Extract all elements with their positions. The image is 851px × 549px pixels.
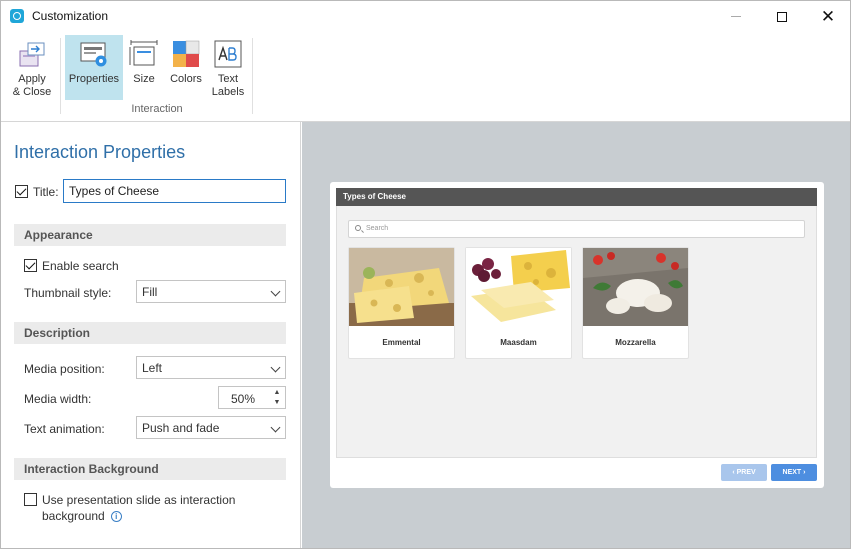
title-bar: Customization ✕ [1, 1, 850, 32]
preview-next-button[interactable]: NEXT › [771, 464, 817, 481]
preview-item-mozzarella[interactable]: Mozzarella [582, 247, 689, 359]
colors-icon [171, 39, 201, 69]
colors-label: Colors [170, 73, 202, 85]
media-position-select[interactable]: Left [136, 356, 286, 379]
enable-search-label: Enable search [42, 259, 119, 273]
appearance-section-header: Appearance [14, 224, 286, 246]
colors-button[interactable]: Colors [166, 35, 206, 100]
minimize-button[interactable] [713, 1, 759, 32]
preview-search-input[interactable]: Search [348, 220, 805, 238]
info-icon[interactable]: i [110, 511, 122, 522]
panel-title: Interaction Properties [14, 142, 186, 162]
media-position-value: Left [142, 361, 163, 375]
window-title: Customization [32, 9, 109, 23]
preview-prev-button[interactable]: ‹ PREV [721, 464, 767, 481]
preview-search-placeholder: Search [366, 225, 389, 232]
ribbon-separator [252, 38, 253, 114]
ribbon-separator [60, 38, 61, 114]
enable-search-checkbox[interactable] [24, 259, 37, 272]
media-position-label: Media position: [24, 362, 105, 376]
preview-body: Search Emmental Maasdam Mozzarella [336, 206, 817, 458]
thumbnail-style-select[interactable]: Fill [136, 280, 286, 303]
preview-item-maasdam[interactable]: Maasdam [465, 247, 572, 359]
preview-area: Types of Cheese Search Emmental Maasdam … [302, 122, 850, 548]
search-icon [355, 225, 361, 231]
text-animation-value: Push and fade [142, 421, 220, 435]
apply-close-button[interactable]: Apply & Close [8, 35, 56, 100]
maximize-icon [777, 11, 787, 22]
properties-button[interactable]: Properties [65, 35, 123, 100]
chevron-down-icon [270, 286, 281, 297]
interaction-group-label: Interaction [131, 103, 183, 115]
text-labels-label: Text Labels [211, 73, 245, 98]
mozzarella-thumbnail [583, 248, 688, 326]
chevron-down-icon [270, 362, 281, 373]
media-width-stepper[interactable]: 50% ▲ ▼ [218, 386, 286, 409]
minimize-icon [731, 16, 741, 17]
text-animation-label: Text animation: [24, 422, 105, 436]
stepper-down-icon[interactable]: ▼ [271, 398, 283, 408]
ribbon-toolbar: Apply & Close Properties Size Colors Tex… [1, 32, 850, 122]
preview-footer: ‹ PREV NEXT › [336, 458, 817, 482]
size-button[interactable]: Size [125, 35, 163, 100]
preview-header: Types of Cheese [336, 188, 817, 206]
preview-item-label: Mozzarella [615, 338, 656, 347]
text-labels-button[interactable]: Text Labels [208, 35, 248, 100]
chevron-down-icon [270, 422, 281, 433]
text-animation-select[interactable]: Push and fade [136, 416, 286, 439]
maximize-button[interactable] [759, 1, 805, 32]
thumbnail-style-value: Fill [142, 285, 158, 299]
apply-close-label: Apply & Close [12, 73, 52, 98]
apply-close-icon [17, 39, 47, 69]
media-width-label: Media width: [24, 392, 92, 406]
use-slide-background-label: Use presentation slide as interaction ba… [42, 492, 262, 524]
interaction-background-section-header: Interaction Background [14, 458, 286, 480]
media-width-value: 50% [230, 392, 255, 406]
app-icon [10, 9, 24, 23]
close-icon: ✕ [820, 6, 836, 26]
title-input[interactable] [63, 179, 286, 203]
preview-item-label: Emmental [382, 338, 421, 347]
text-labels-icon [213, 39, 243, 69]
properties-panel: Interaction Properties Title: Appearance… [1, 122, 301, 548]
properties-label: Properties [68, 73, 120, 85]
preview-item-label: Maasdam [500, 338, 537, 347]
interaction-preview: Types of Cheese Search Emmental Maasdam … [330, 182, 824, 488]
size-label: Size [133, 73, 155, 85]
emmental-thumbnail [349, 248, 454, 326]
size-icon [129, 39, 159, 69]
use-slide-background-text: Use presentation slide as interaction ba… [42, 493, 236, 523]
title-checkbox[interactable] [15, 185, 28, 198]
close-button[interactable]: ✕ [805, 1, 850, 32]
properties-icon [79, 39, 109, 69]
title-label: Title: [33, 185, 59, 199]
description-section-header: Description [14, 322, 286, 344]
customization-window: Customization ✕ Apply & Close Properties… [0, 0, 851, 549]
preview-item-emmental[interactable]: Emmental [348, 247, 455, 359]
use-slide-background-checkbox[interactable] [24, 493, 37, 506]
stepper-up-icon[interactable]: ▲ [271, 388, 283, 398]
thumbnail-style-label: Thumbnail style: [24, 286, 112, 300]
maasdam-thumbnail [466, 248, 571, 326]
